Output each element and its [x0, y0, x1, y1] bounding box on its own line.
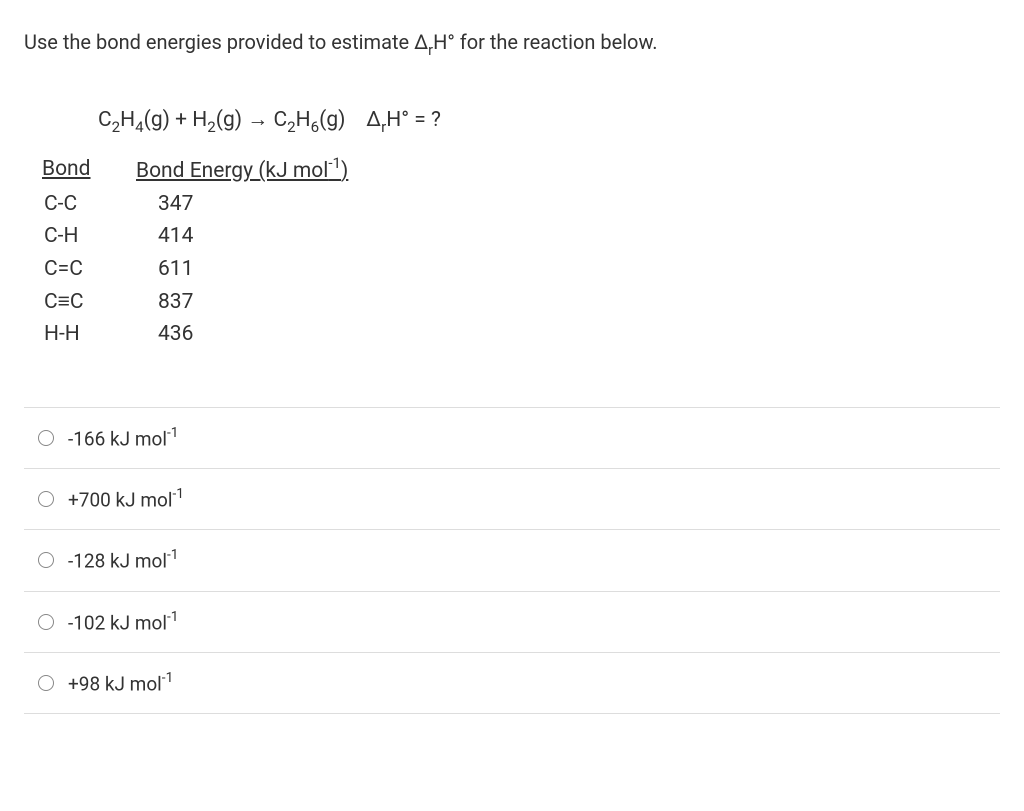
radio-icon [38, 491, 54, 507]
option-label: +98 kJ mol-1 [68, 671, 173, 695]
radio-icon [38, 552, 54, 568]
energy-cell: 347 [136, 188, 193, 221]
bond-cell: C-H [24, 220, 136, 253]
header-energy: Bond Energy (kJ mol-1) [136, 153, 348, 188]
table-row: C-C 347 [24, 188, 1000, 221]
reaction-equation: C2H4(g) + H2(g) → C2H6(g) ΔrH° = ? [98, 108, 1000, 135]
question-prompt: Use the bond energies provided to estima… [24, 28, 1000, 60]
bond-cell: H-H [24, 318, 136, 351]
energy-cell: 436 [136, 318, 193, 351]
bond-energy-table: Bond Bond Energy (kJ mol-1) C-C 347 C-H … [24, 153, 1000, 350]
table-header: Bond Bond Energy (kJ mol-1) [24, 153, 1000, 188]
option-a[interactable]: -166 kJ mol-1 [24, 408, 1000, 469]
radio-icon [38, 675, 54, 691]
table-row: C≡C 837 [24, 286, 1000, 319]
option-c[interactable]: -128 kJ mol-1 [24, 530, 1000, 591]
energy-cell: 414 [136, 220, 193, 253]
option-d[interactable]: -102 kJ mol-1 [24, 592, 1000, 653]
header-bond: Bond [24, 153, 136, 188]
energy-cell: 837 [136, 286, 193, 319]
table-row: H-H 436 [24, 318, 1000, 351]
bond-cell: C≡C [24, 286, 136, 319]
table-row: C-H 414 [24, 220, 1000, 253]
table-row: C=C 611 [24, 253, 1000, 286]
option-label: -166 kJ mol-1 [68, 426, 178, 450]
bond-cell: C-C [24, 188, 136, 221]
answer-options: -166 kJ mol-1 +700 kJ mol-1 -128 kJ mol-… [24, 407, 1000, 715]
radio-icon [38, 614, 54, 630]
option-label: -128 kJ mol-1 [68, 548, 178, 572]
bond-cell: C=C [24, 253, 136, 286]
option-label: -102 kJ mol-1 [68, 610, 178, 634]
option-label: +700 kJ mol-1 [68, 487, 184, 511]
option-b[interactable]: +700 kJ mol-1 [24, 469, 1000, 530]
option-e[interactable]: +98 kJ mol-1 [24, 653, 1000, 714]
energy-cell: 611 [136, 253, 193, 286]
radio-icon [38, 430, 54, 446]
